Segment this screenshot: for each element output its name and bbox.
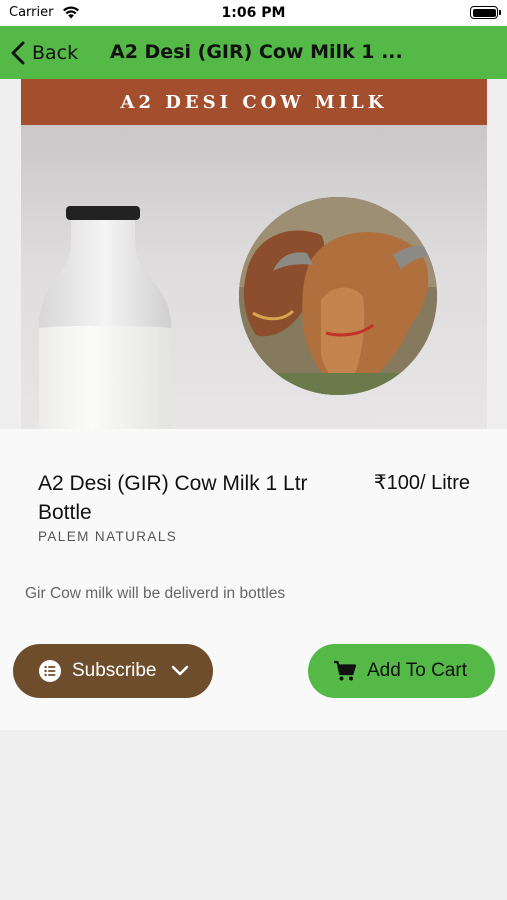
chevron-down-icon	[171, 665, 188, 676]
add-to-cart-button[interactable]: Add To Cart	[308, 644, 495, 698]
product-image: A2 DESI COW MILK	[21, 79, 487, 429]
status-time: 1:06 PM	[221, 5, 286, 21]
add-to-cart-label: Add To Cart	[367, 660, 467, 681]
list-icon	[39, 660, 61, 682]
banner-text: A2 DESI COW MILK	[120, 91, 388, 113]
back-label: Back	[32, 42, 79, 64]
chevron-left-icon	[11, 41, 25, 65]
milk-bottle-and-cows-illustration	[39, 197, 437, 429]
back-button[interactable]: Back	[10, 38, 78, 68]
subscribe-label: Subscribe	[72, 660, 157, 681]
subscribe-button[interactable]: Subscribe	[13, 644, 213, 698]
product-details: A2 Desi (GIR) Cow Milk 1 Ltr Bottle ₹100…	[0, 429, 507, 730]
product-brand: PALEM NATURALS	[38, 529, 178, 544]
product-description: Gir Cow milk will be deliverd in bottles	[25, 585, 286, 602]
battery-icon	[470, 6, 501, 19]
page-title: A2 Desi (GIR) Cow Milk 1 ...	[110, 41, 403, 63]
product-name: A2 Desi (GIR) Cow Milk 1 Ltr Bottle	[38, 472, 308, 524]
product-image-banner: A2 DESI COW MILK	[21, 79, 487, 125]
cart-icon	[334, 660, 357, 681]
status-bar: Carrier 1:06 PM	[0, 0, 507, 26]
product-price: ₹100/ Litre	[373, 472, 470, 494]
navigation-bar: Back A2 Desi (GIR) Cow Milk 1 ...	[0, 26, 507, 79]
